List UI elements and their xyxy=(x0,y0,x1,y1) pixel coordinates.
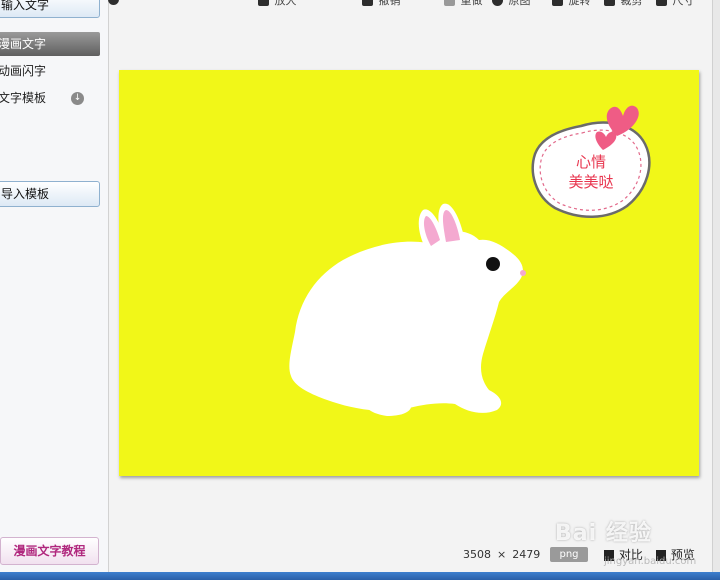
search-icon xyxy=(108,0,119,5)
times-sign: × xyxy=(497,548,507,561)
image-dimensions: 3508 × 2479 xyxy=(463,548,540,561)
left-panel: 输入文字 漫画文字 动画闪字 文字模板 ↓ 导入模板 漫画文字教程 xyxy=(0,0,109,572)
rotate-button[interactable]: 旋转 xyxy=(552,0,591,7)
input-text-button[interactable]: 输入文字 xyxy=(0,0,100,18)
search-tool[interactable] xyxy=(108,0,121,6)
baidu-watermark-url: jingyan.baidu.com xyxy=(604,556,697,567)
crop-icon xyxy=(604,0,615,6)
tutorial-button[interactable]: 漫画文字教程 xyxy=(0,537,99,565)
zoom-in-label: 放大 xyxy=(274,0,297,7)
baidu-watermark: Bai 经验 xyxy=(555,521,652,546)
rotate-label: 旋转 xyxy=(568,0,591,7)
original-button[interactable]: 原图 xyxy=(492,0,531,7)
speech-bubble xyxy=(531,121,651,218)
chevron-down-icon[interactable]: ↓ xyxy=(71,92,84,105)
os-taskbar xyxy=(0,572,720,580)
import-template-button[interactable]: 导入模板 xyxy=(0,181,100,207)
undo-label: 撤销 xyxy=(378,0,401,7)
sidebar-item-comic-text[interactable]: 漫画文字 xyxy=(0,32,100,56)
resize-icon xyxy=(656,0,667,6)
rabbit-eye xyxy=(486,257,500,271)
canvas-area[interactable]: 心情 美美哒 xyxy=(108,10,712,540)
zoom-in-button[interactable]: 放大 xyxy=(258,0,297,7)
original-label: 原图 xyxy=(508,0,531,7)
image-height: 2479 xyxy=(512,548,541,561)
artwork-image[interactable]: 心情 美美哒 xyxy=(119,70,699,476)
toolbar: 放大 撤销 重做 原图 旋转 裁剪 尺寸 xyxy=(108,0,720,10)
redo-label: 重做 xyxy=(460,0,483,7)
redo-button[interactable]: 重做 xyxy=(444,0,483,7)
zoom-in-icon xyxy=(258,0,269,6)
sidebar-item-text-template[interactable]: 文字模板 xyxy=(0,87,100,109)
original-icon xyxy=(492,0,503,6)
redo-icon xyxy=(444,0,455,6)
undo-button[interactable]: 撤销 xyxy=(362,0,401,7)
resize-button[interactable]: 尺寸 xyxy=(656,0,695,7)
format-dropdown[interactable]: png xyxy=(550,547,588,562)
rabbit-nose xyxy=(520,270,526,276)
rotate-icon xyxy=(552,0,563,6)
crop-label: 裁剪 xyxy=(620,0,643,7)
undo-icon xyxy=(362,0,373,6)
resize-label: 尺寸 xyxy=(672,0,695,7)
sidebar-item-animated-text[interactable]: 动画闪字 xyxy=(0,60,100,82)
image-width: 3508 xyxy=(463,548,491,561)
crop-button[interactable]: 裁剪 xyxy=(604,0,643,7)
rabbit-body xyxy=(289,231,523,413)
format-label: png xyxy=(559,549,579,560)
artwork-drawing xyxy=(289,105,651,416)
vertical-scrollbar[interactable] xyxy=(712,0,720,572)
